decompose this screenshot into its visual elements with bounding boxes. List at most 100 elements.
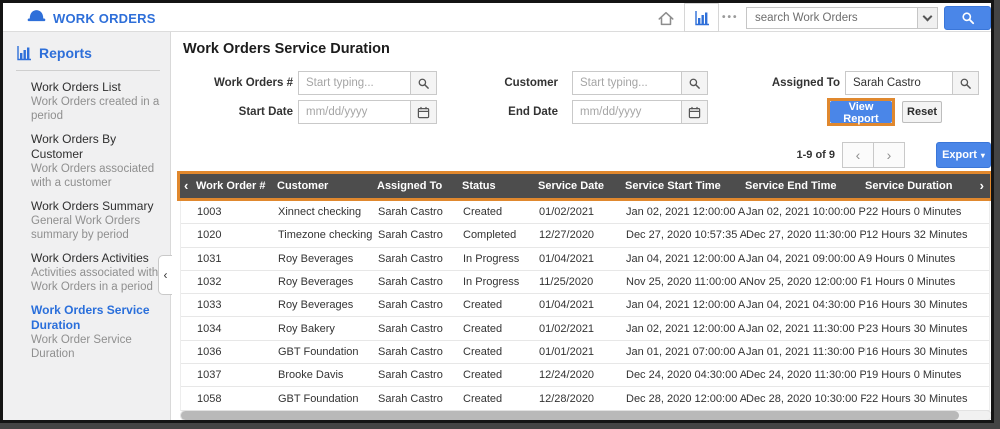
cell-service-duration: 23 Hours 30 Minutes (866, 323, 991, 335)
table-header-highlight: ‹Work Order #CustomerAssigned ToStatusSe… (177, 171, 993, 201)
home-button[interactable] (655, 7, 677, 29)
reports-sidebar: Reports Work Orders ListWork Orders crea… (3, 32, 171, 420)
cell-status: Created (463, 323, 539, 335)
customer-input[interactable] (572, 71, 682, 95)
sidebar-title: Reports (39, 45, 92, 61)
global-search-button[interactable] (944, 6, 991, 30)
reset-button[interactable]: Reset (902, 101, 942, 123)
cell-service-date: 12/24/2020 (539, 369, 626, 381)
table-row[interactable]: 1003Xinnect checkingSarah CastroCreated0… (181, 201, 989, 224)
cell-status: Created (463, 346, 539, 358)
cell-work-order: 1032 (181, 276, 278, 288)
more-options-icon[interactable]: ••• (722, 12, 739, 23)
horizontal-scrollbar-track[interactable] (180, 410, 992, 421)
end-date-input[interactable] (572, 100, 682, 124)
cell-assigned-to: Sarah Castro (378, 253, 463, 265)
assigned-to-input[interactable] (845, 71, 953, 95)
cell-customer: Brooke Davis (278, 369, 378, 381)
table-row[interactable]: 1020Timezone checkingSarah CastroComplet… (181, 224, 989, 247)
cell-service-date: 01/02/2021 (539, 323, 626, 335)
cell-service-date: 01/04/2021 (539, 253, 626, 265)
pagination-next-button[interactable]: › (873, 142, 905, 168)
sidebar-item-work-orders-summary[interactable]: Work Orders SummaryGeneral Work Orders s… (31, 199, 162, 242)
table-row[interactable]: 1036GBT FoundationSarah CastroCreated01/… (181, 341, 989, 364)
end-date-calendar-button[interactable] (681, 100, 708, 124)
bar-chart-icon (694, 10, 710, 26)
cell-status: Created (463, 206, 539, 218)
column-header-label: Service End Time (745, 180, 837, 192)
sidebar-item-label: Work Orders Service Duration (31, 303, 162, 333)
work-orders-lookup-button[interactable] (410, 71, 437, 95)
cell-service-duration: 1 Hours 0 Minutes (866, 276, 991, 288)
view-report-button[interactable]: View Report (830, 101, 892, 123)
customer-lookup-button[interactable] (681, 71, 708, 95)
search-scope-dropdown[interactable] (917, 8, 937, 28)
table-row[interactable]: 1058GBT FoundationSarah CastroCreated12/… (181, 387, 989, 410)
view-report-highlight: View Report (827, 98, 895, 126)
scroll-right-icon[interactable]: › (980, 178, 984, 193)
sidebar-item-desc: Work Orders associated with a customer (31, 162, 162, 190)
topbar: WORK ORDERS ••• (3, 3, 991, 32)
column-header-assigned-to[interactable]: Assigned To (377, 180, 462, 192)
start-date-input[interactable] (298, 100, 411, 124)
table-row[interactable]: 1031Roy BeveragesSarah CastroIn Progress… (181, 248, 989, 271)
column-header-status[interactable]: Status (462, 180, 538, 192)
cell-service-duration: 22 Hours 0 Minutes (866, 206, 991, 218)
cell-assigned-to: Sarah Castro (378, 346, 463, 358)
export-label: Export (942, 149, 977, 161)
column-header-label: Service Start Time (625, 180, 721, 192)
sidebar-item-label: Work Orders By Customer (31, 132, 162, 162)
cell-service-date: 01/02/2021 (539, 206, 626, 218)
cell-work-order: 1033 (181, 299, 278, 311)
column-header-service-end-time[interactable]: Service End Time (745, 180, 865, 192)
global-search-input[interactable] (747, 8, 917, 28)
caret-down-icon: ▾ (981, 151, 985, 160)
cell-service-duration: 16 Hours 30 Minutes (866, 299, 991, 311)
pagination-prev-button[interactable]: ‹ (842, 142, 874, 168)
column-header-service-duration[interactable]: Service Duration › (865, 180, 990, 192)
sidebar-item-work-orders-by-customer[interactable]: Work Orders By CustomerWork Orders assoc… (31, 132, 162, 190)
table-row[interactable]: 1037Brooke DavisSarah CastroCreated12/24… (181, 364, 989, 387)
chevron-down-icon (923, 11, 933, 21)
cell-service-end-time: Jan 02, 2021 10:00:00 PM (746, 206, 866, 218)
cell-service-end-time: Dec 27, 2020 11:30:00 PM (746, 229, 866, 241)
page-title: Work Orders Service Duration (183, 41, 390, 57)
column-header-work-order[interactable]: ‹Work Order # (180, 180, 277, 192)
start-date-calendar-button[interactable] (410, 100, 437, 124)
cell-customer: GBT Foundation (278, 346, 378, 358)
sidebar-item-work-orders-list[interactable]: Work Orders ListWork Orders created in a… (31, 80, 162, 123)
chevron-right-icon: › (887, 147, 892, 163)
table-row[interactable]: 1033Roy BeveragesSarah CastroCreated01/0… (181, 294, 989, 317)
search-icon (959, 77, 972, 90)
cell-assigned-to: Sarah Castro (378, 276, 463, 288)
horizontal-scrollbar-thumb[interactable] (181, 411, 959, 420)
cell-assigned-to: Sarah Castro (378, 369, 463, 381)
end-date-label: End Date (438, 106, 558, 118)
column-header-customer[interactable]: Customer (277, 180, 377, 192)
column-header-service-date[interactable]: Service Date (538, 180, 625, 192)
table-row[interactable]: 1034Roy BakerySarah CastroCreated01/02/2… (181, 317, 989, 340)
column-header-service-start-time[interactable]: Service Start Time (625, 180, 745, 192)
cell-service-date: 12/27/2020 (539, 229, 626, 241)
cell-work-order: 1036 (181, 346, 278, 358)
cell-service-date: 11/25/2020 (539, 276, 626, 288)
calendar-icon (688, 106, 701, 119)
hard-hat-icon (27, 8, 46, 28)
cell-service-start-time: Jan 04, 2021 12:00:00 AM (626, 253, 746, 265)
global-search-field (746, 7, 938, 29)
cell-service-date: 01/04/2021 (539, 299, 626, 311)
column-header-label: Service Duration (865, 180, 952, 192)
assigned-to-lookup-button[interactable] (952, 71, 979, 95)
cell-service-duration: 19 Hours 0 Minutes (866, 369, 991, 381)
sidebar-item-work-orders-activities[interactable]: Work Orders ActivitiesActivities associa… (31, 251, 162, 294)
cell-service-end-time: Jan 02, 2021 11:30:00 PM (746, 323, 866, 335)
table-row[interactable]: 1032Roy BeveragesSarah CastroIn Progress… (181, 271, 989, 294)
cell-assigned-to: Sarah Castro (378, 323, 463, 335)
export-button[interactable]: Export ▾ (936, 142, 991, 168)
cell-service-end-time: Nov 25, 2020 12:00:00 PM (746, 276, 866, 288)
sidebar-item-work-orders-service-duration[interactable]: Work Orders Service DurationWork Order S… (31, 303, 162, 361)
sidebar-collapse-handle[interactable]: ‹ (158, 255, 172, 295)
scroll-left-icon[interactable]: ‹ (184, 178, 188, 193)
work-orders-number-input[interactable] (298, 71, 411, 95)
reports-tab[interactable] (684, 3, 719, 32)
